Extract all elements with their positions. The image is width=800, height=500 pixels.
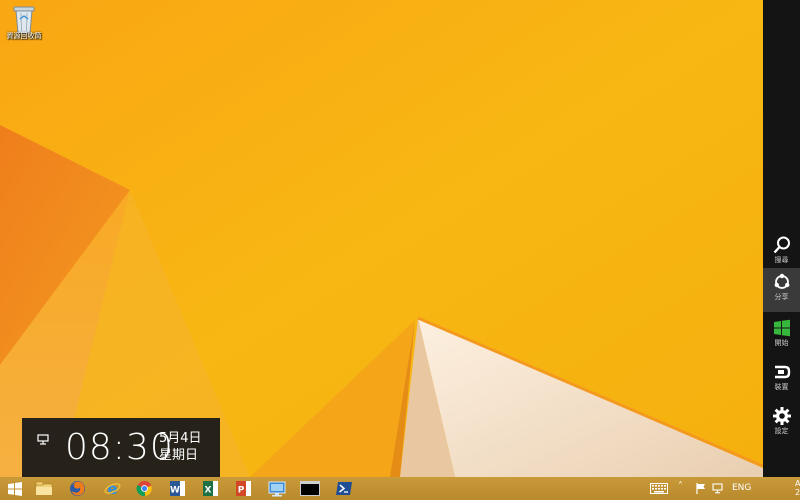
word-icon: W: [169, 481, 185, 496]
charm-label-devices: 裝置: [774, 383, 789, 391]
clock-date-block: 5月4日 星期日: [159, 430, 202, 464]
network-tray-icon[interactable]: [712, 483, 724, 497]
charm-share[interactable]: 分享: [763, 268, 800, 312]
flag-icon: [696, 483, 705, 494]
taskbar-word[interactable]: W: [166, 479, 188, 498]
clock-date: 5月4日: [159, 431, 202, 446]
tray-overflow-button[interactable]: ˄: [678, 481, 683, 492]
taskbar-powerpoint[interactable]: P: [232, 479, 254, 498]
network-icon: [712, 483, 723, 494]
recycle-bin-icon: [13, 6, 35, 34]
taskbar-command-prompt[interactable]: [299, 479, 321, 498]
charm-settings[interactable]: 設定: [763, 402, 800, 446]
charm-label-share: 分享: [774, 293, 789, 301]
desktop-icon-recycle-bin[interactable]: 資源回收筒: [2, 2, 46, 46]
powerpoint-icon: P: [235, 481, 251, 496]
tray-clock[interactable]: A 2: [795, 479, 800, 497]
charm-label-start: 開始: [774, 339, 789, 347]
folder-icon: [35, 481, 53, 496]
system-tray: ˄ ENG A 2: [640, 477, 800, 500]
internet-explorer-icon: e: [104, 480, 120, 497]
taskbar-file-explorer[interactable]: [33, 479, 55, 498]
clock-weekday: 星期日: [159, 448, 199, 463]
svg-text:e: e: [107, 480, 117, 497]
charm-label-settings: 設定: [774, 427, 789, 435]
charms-bar: 搜尋 分享 開始 裝置 設定: [763, 0, 800, 477]
windows-logo-icon: [773, 319, 790, 337]
charm-devices[interactable]: 裝置: [763, 358, 800, 402]
desktop[interactable]: 資源回收筒 08:30 5月4日 星期日: [0, 0, 763, 477]
devices-icon: [774, 365, 790, 379]
charm-label-search: 搜尋: [774, 256, 789, 264]
taskbar-internet-explorer[interactable]: e: [101, 479, 123, 498]
taskbar-chrome[interactable]: [133, 479, 155, 498]
chrome-icon: [136, 481, 152, 497]
keyboard-icon: [650, 483, 668, 494]
excel-icon: X: [202, 481, 218, 496]
taskbar-excel[interactable]: X: [199, 479, 221, 498]
firefox-icon: [69, 481, 85, 496]
clock-time: 08:30: [65, 427, 174, 468]
taskbar: e W X P ˄ ENG A 2: [0, 477, 800, 500]
touch-keyboard-button[interactable]: [650, 483, 668, 497]
svg-text:W: W: [170, 486, 180, 496]
powershell-icon: [336, 482, 352, 495]
remote-desktop-icon: [268, 481, 286, 496]
charm-start[interactable]: 開始: [763, 314, 800, 358]
network-wired-icon: [37, 434, 49, 445]
svg-text:P: P: [237, 486, 244, 496]
taskbar-powershell[interactable]: [333, 479, 355, 498]
desktop-icon-label: 資源回收筒: [6, 32, 42, 40]
taskbar-firefox[interactable]: [66, 479, 88, 498]
share-icon: [774, 273, 789, 289]
language-indicator[interactable]: ENG: [732, 483, 751, 493]
desktop-wallpaper: [0, 0, 763, 477]
gear-icon: [772, 407, 791, 425]
clock-overlay: 08:30 5月4日 星期日: [22, 418, 220, 477]
taskbar-remote-desktop[interactable]: [266, 479, 288, 498]
windows-start-icon: [8, 481, 22, 496]
chevron-up-icon: ˄: [678, 481, 683, 492]
svg-text:X: X: [204, 486, 211, 496]
command-prompt-icon: [300, 481, 320, 496]
start-button[interactable]: [4, 479, 26, 498]
action-center-flag[interactable]: [696, 483, 706, 497]
search-icon: [773, 236, 790, 254]
